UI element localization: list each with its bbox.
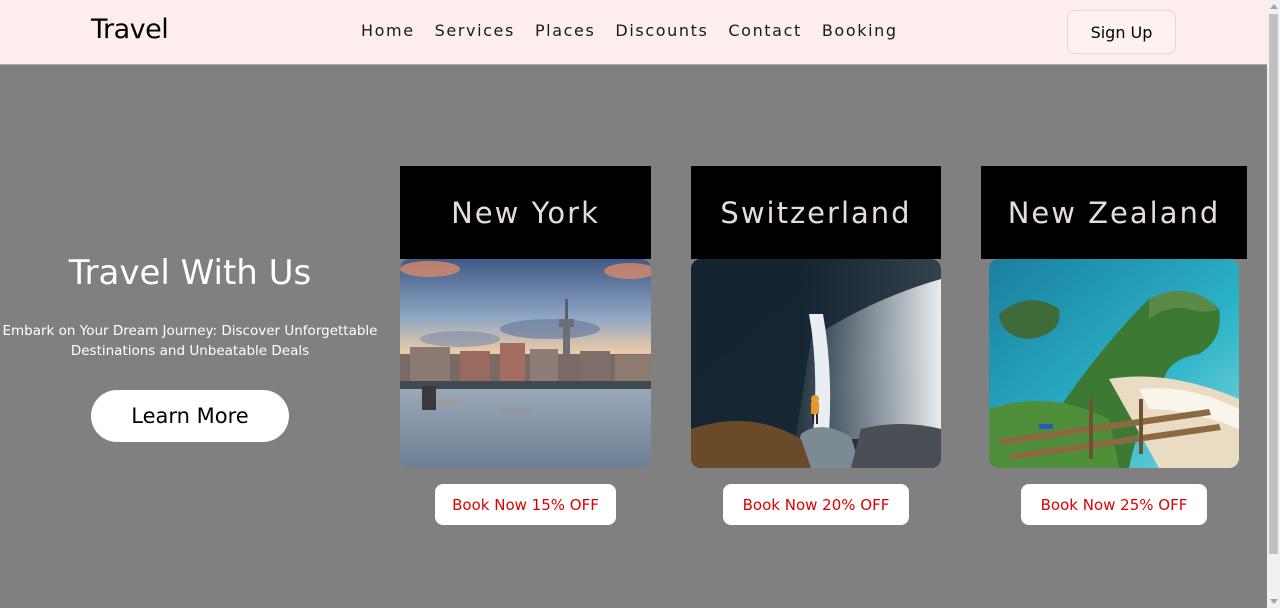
switzerland-waterfall-image: [691, 259, 941, 468]
book-now-switzerland-button[interactable]: Book Now 20% OFF: [723, 484, 909, 525]
card-title: Switzerland: [691, 166, 941, 259]
page-scrollbar[interactable]: [1267, 0, 1280, 608]
book-now-new-york-button[interactable]: Book Now 15% OFF: [435, 484, 616, 525]
destination-card-switzerland: Switzerland Book Now 20% OFF: [691, 166, 941, 525]
nav-places[interactable]: Places: [535, 21, 595, 40]
hero-subtitle: Embark on Your Dream Journey: Discover U…: [2, 323, 378, 359]
learn-more-button[interactable]: Learn More: [91, 390, 289, 442]
sign-up-button[interactable]: Sign Up: [1067, 10, 1176, 54]
new-zealand-coast-image: [989, 259, 1239, 468]
nav-contact[interactable]: Contact: [728, 21, 801, 40]
destination-card-new-zealand: New Zealand Book Now 25% OFF: [981, 166, 1247, 525]
book-now-new-zealand-button[interactable]: Book Now 25% OFF: [1021, 484, 1207, 525]
nav-booking[interactable]: Booking: [822, 21, 898, 40]
site-logo[interactable]: Travel: [91, 14, 169, 45]
destination-card-new-york: New York Book Now 15% OFF: [400, 166, 651, 525]
nav-discounts[interactable]: Discounts: [615, 21, 708, 40]
nav-services[interactable]: Services: [435, 21, 515, 40]
scroll-up-arrow-icon[interactable]: [1270, 4, 1278, 9]
scroll-down-arrow-icon[interactable]: [1270, 599, 1278, 604]
main-nav: Home Services Places Discounts Contact B…: [361, 21, 918, 40]
card-title: New Zealand: [981, 166, 1247, 259]
card-title: New York: [400, 166, 651, 259]
top-nav-bar: Travel Home Services Places Discounts Co…: [0, 0, 1267, 65]
new-york-skyline-image: [400, 259, 651, 468]
hero-title: Travel With Us: [68, 253, 312, 293]
scrollbar-thumb[interactable]: [1269, 14, 1278, 554]
nav-home[interactable]: Home: [361, 21, 415, 40]
